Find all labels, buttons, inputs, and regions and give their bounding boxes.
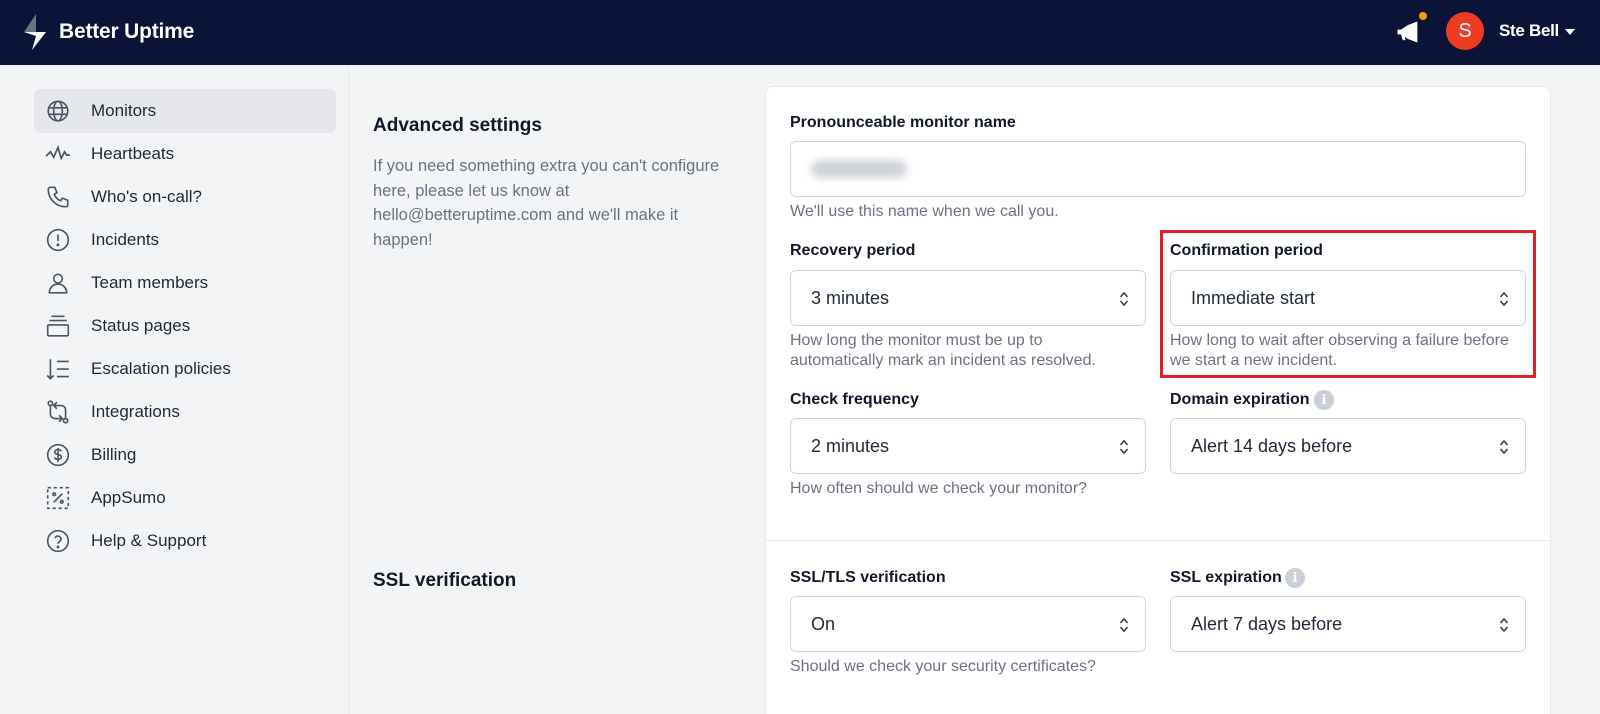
check-frequency-value: 2 minutes bbox=[811, 435, 890, 456]
pronounceable-name-hint: We'll use this name when we call you. bbox=[790, 203, 1059, 220]
ssl-expiration-value: Alert 7 days before bbox=[1191, 613, 1343, 634]
confirmation-period-select[interactable]: Immediate start bbox=[1170, 270, 1526, 326]
logo[interactable]: Better Uptime bbox=[22, 14, 194, 50]
ssl-expiration-label: SSL expiration bbox=[1170, 569, 1282, 586]
sidebar-item-label: Team members bbox=[91, 273, 209, 292]
sidebar-item-monitors[interactable]: Monitors bbox=[34, 89, 336, 133]
recovery-period-select[interactable]: 3 minutes bbox=[790, 270, 1146, 326]
sidebar-item-label: Help & Support bbox=[91, 531, 207, 550]
sidebar-item-label: Who's on-call? bbox=[91, 187, 202, 206]
logo-bolt-icon bbox=[24, 14, 46, 50]
divider bbox=[765, 540, 1551, 541]
pronounceable-name-input[interactable] bbox=[790, 141, 1526, 197]
sidebar-item-team-members[interactable]: Team members bbox=[34, 261, 336, 305]
globe-icon bbox=[44, 97, 72, 125]
phone-icon bbox=[44, 183, 72, 211]
ssl-tls-verification-hint: Should we check your security certificat… bbox=[790, 658, 1096, 675]
sidebar-item-status-pages[interactable]: Status pages bbox=[34, 304, 336, 348]
sidebar-item-whos-on-call[interactable]: Who's on-call? bbox=[34, 175, 336, 219]
megaphone-icon[interactable] bbox=[1394, 18, 1422, 46]
sidebar-item-label: Monitors bbox=[91, 101, 157, 120]
confirmation-period-value: Immediate start bbox=[1191, 287, 1316, 308]
user-icon bbox=[44, 269, 72, 297]
sidebar-item-billing[interactable]: Billing bbox=[34, 433, 336, 477]
percent-box-icon bbox=[44, 484, 72, 512]
help-circle-icon bbox=[44, 527, 72, 555]
recovery-period-value: 3 minutes bbox=[811, 287, 890, 308]
ssl-expiration-select[interactable]: Alert 7 days before bbox=[1170, 596, 1526, 652]
sidebar-item-label: Status pages bbox=[91, 316, 191, 335]
user-name[interactable]: Ste Bell bbox=[1499, 21, 1559, 41]
confirmation-period-hint: How long to wait after observing a failu… bbox=[1170, 332, 1509, 369]
domain-expiration-select[interactable]: Alert 14 days before bbox=[1170, 418, 1526, 474]
sidebar: Monitors Heartbeats Who's on-call? Incid… bbox=[0, 65, 349, 714]
domain-expiration-label: Domain expiration bbox=[1170, 391, 1310, 408]
ssl-tls-verification-label: SSL/TLS verification bbox=[790, 569, 946, 586]
select-arrows-icon bbox=[1119, 291, 1129, 307]
check-frequency-hint: How often should we check your monitor? bbox=[790, 480, 1088, 497]
sidebar-item-label: Escalation policies bbox=[91, 359, 231, 378]
ssl-verification-title: SSL verification bbox=[373, 570, 517, 591]
sidebar-item-incidents[interactable]: Incidents bbox=[34, 218, 336, 262]
sort-list-icon bbox=[44, 355, 72, 383]
sidebar-item-label: Incidents bbox=[91, 230, 160, 249]
select-arrows-icon bbox=[1499, 617, 1509, 633]
sidebar-item-appsumo[interactable]: AppSumo bbox=[34, 476, 336, 520]
chevron-down-icon[interactable] bbox=[1565, 29, 1575, 35]
app-name: Better Uptime bbox=[59, 20, 195, 43]
stack-icon bbox=[44, 312, 72, 340]
sidebar-item-label: AppSumo bbox=[91, 488, 166, 507]
recovery-period-label: Recovery period bbox=[790, 242, 916, 259]
pronounceable-name-label: Pronounceable monitor name bbox=[790, 114, 1016, 131]
select-arrows-icon bbox=[1499, 291, 1509, 307]
info-icon[interactable]: i bbox=[1285, 568, 1305, 588]
select-arrows-icon bbox=[1499, 439, 1509, 455]
sidebar-item-escalation-policies[interactable]: Escalation policies bbox=[34, 347, 336, 391]
info-icon[interactable]: i bbox=[1314, 390, 1334, 410]
check-frequency-label: Check frequency bbox=[790, 391, 919, 408]
alert-circle-icon bbox=[44, 226, 72, 254]
advanced-settings-title: Advanced settings bbox=[373, 115, 542, 136]
sidebar-item-heartbeats[interactable]: Heartbeats bbox=[34, 132, 336, 176]
ssl-tls-verification-value: On bbox=[811, 613, 836, 634]
sidebar-item-label: Billing bbox=[91, 445, 137, 464]
sidebar-item-label: Heartbeats bbox=[91, 144, 175, 163]
select-arrows-icon bbox=[1119, 617, 1129, 633]
avatar[interactable]: S bbox=[1446, 12, 1484, 50]
advanced-settings-description: If you need something extra you can't co… bbox=[373, 157, 720, 249]
sidebar-item-integrations[interactable]: Integrations bbox=[34, 390, 336, 434]
recovery-period-hint: How long the monitor must be up to autom… bbox=[790, 332, 1096, 369]
select-arrows-icon bbox=[1119, 439, 1129, 455]
ssl-tls-verification-select[interactable]: On bbox=[790, 596, 1146, 652]
check-frequency-select[interactable]: 2 minutes bbox=[790, 418, 1146, 474]
sidebar-item-help-support[interactable]: Help & Support bbox=[34, 519, 336, 563]
exchange-icon bbox=[44, 398, 72, 426]
dollar-circle-icon bbox=[44, 441, 72, 469]
notification-dot bbox=[1419, 12, 1427, 20]
top-navbar: Better Uptime S Ste Bell bbox=[0, 0, 1600, 65]
pulse-icon bbox=[44, 140, 72, 168]
domain-expiration-value: Alert 14 days before bbox=[1191, 435, 1353, 456]
sidebar-item-label: Integrations bbox=[91, 402, 180, 421]
blurred-value bbox=[811, 160, 907, 178]
confirmation-period-label: Confirmation period bbox=[1170, 242, 1323, 259]
